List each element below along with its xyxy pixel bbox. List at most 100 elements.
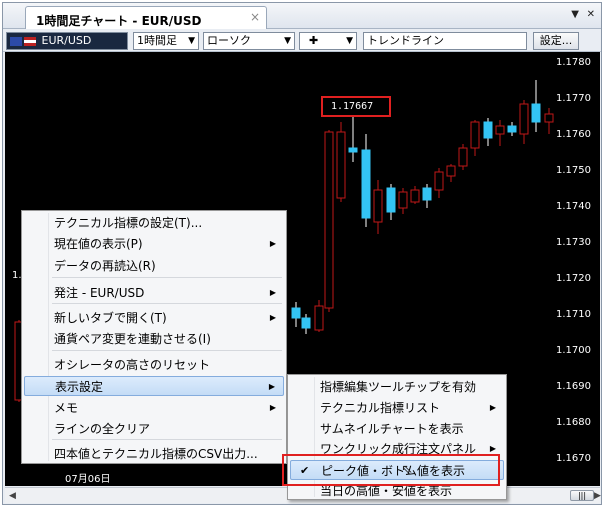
candle-body bbox=[386, 187, 396, 213]
candle-body bbox=[531, 103, 541, 123]
menu-item[interactable]: メモ ▶ bbox=[24, 398, 284, 418]
close-icon[interactable]: × bbox=[250, 10, 260, 24]
menu-item-label: テクニカル指標の設定(T)... bbox=[54, 216, 203, 230]
mouse-cursor-icon: ⇖ bbox=[401, 462, 413, 478]
scroll-left-icon[interactable]: ◀ bbox=[9, 491, 16, 501]
chart-type-select[interactable]: ローソク ▼ bbox=[203, 32, 295, 50]
menu-separator bbox=[52, 439, 282, 440]
submenu-item-label: 当日の高値・安値を表示 bbox=[320, 484, 453, 498]
candle-body bbox=[398, 191, 408, 209]
scroll-thumb[interactable]: ||| bbox=[570, 490, 594, 501]
scroll-right-icon[interactable]: ▶ bbox=[594, 491, 601, 501]
menu-item-label: 表示設定 bbox=[55, 380, 104, 394]
settings-button[interactable]: 設定... bbox=[533, 32, 579, 50]
menu-item-label: 四本値とテクニカル指標のCSV出力... bbox=[54, 447, 258, 461]
submenu-item[interactable]: テクニカル指標リスト ▶ bbox=[290, 398, 504, 418]
price-axis-label: 1.1690 bbox=[556, 381, 591, 392]
price-axis-label: 1.1760 bbox=[556, 129, 591, 140]
submenu-arrow-icon: ▶ bbox=[269, 239, 276, 248]
candle-body bbox=[410, 189, 420, 203]
submenu-item-label: サムネイルチャートを表示 bbox=[320, 422, 464, 436]
candle-body bbox=[458, 147, 468, 167]
menu-item-label: 通貨ペア変更を連動させる(I) bbox=[54, 332, 211, 346]
context-menu: テクニカル指標の設定(T)... 現在値の表示(P) ▶ データの再読込(R) 発注 -… bbox=[21, 210, 287, 464]
candle-body bbox=[301, 317, 311, 329]
candle-body bbox=[470, 121, 480, 149]
us-flag-icon bbox=[24, 36, 36, 46]
menu-item[interactable]: テクニカル指標の設定(T)... bbox=[24, 213, 284, 233]
candle-body bbox=[495, 125, 505, 135]
candle-body bbox=[361, 149, 371, 219]
currency-pair-value: EUR/USD bbox=[41, 34, 92, 47]
date-axis-label: 07月06日 bbox=[65, 474, 111, 485]
price-axis-label: 1.1730 bbox=[556, 237, 591, 248]
menu-item-label: オシレータの高さのリセット bbox=[54, 358, 211, 372]
price-axis-label: 1.1750 bbox=[556, 165, 591, 176]
trendline-select[interactable]: トレンドライン bbox=[363, 32, 527, 50]
tab-chart[interactable]: 1時間足チャート - EUR/USD × bbox=[25, 6, 267, 29]
candle-body bbox=[446, 165, 456, 177]
menu-separator bbox=[52, 277, 282, 278]
candle-body bbox=[422, 187, 432, 201]
submenu-item-label: テクニカル指標リスト bbox=[320, 401, 441, 415]
peak-value-label: 1.17667 bbox=[321, 96, 391, 117]
window-close-icon[interactable]: ✕ bbox=[587, 9, 595, 20]
submenu-arrow-icon: ▶ bbox=[269, 313, 276, 322]
submenu-arrow-icon: ▶ bbox=[489, 403, 496, 412]
chevron-down-icon: ▼ bbox=[346, 36, 353, 46]
menu-item[interactable]: 通貨ペア変更を連動させる(I) bbox=[24, 329, 284, 349]
candle-body bbox=[434, 171, 444, 191]
candle-body bbox=[324, 131, 334, 309]
menu-item[interactable]: データの再読込(R) bbox=[24, 256, 284, 276]
submenu-item[interactable]: サムネイルチャートを表示 bbox=[290, 419, 504, 439]
chevron-down-icon: ▼ bbox=[284, 36, 291, 46]
menu-separator bbox=[52, 303, 282, 304]
submenu-arrow-icon: ▶ bbox=[268, 382, 275, 391]
price-axis-label: 1.1700 bbox=[556, 345, 591, 356]
menu-item-label: 現在値の表示(P) bbox=[54, 237, 143, 251]
submenu-arrow-icon: ▶ bbox=[269, 403, 276, 412]
menu-item-label: 新しいタブで開く(T) bbox=[54, 311, 167, 325]
submenu-arrow-icon: ▶ bbox=[269, 288, 276, 297]
menu-item[interactable]: 現在値の表示(P) ▶ bbox=[24, 234, 284, 254]
menu-separator bbox=[52, 350, 282, 351]
menu-item[interactable]: 発注 - EUR/USD ▶ bbox=[24, 283, 284, 303]
chevron-down-icon: ▼ bbox=[188, 36, 195, 46]
chart-toolbar: EUR/USD ▼ 1時間足 ▼ ローソク ▼ ✚ ▼ トレンドライン 設定..… bbox=[3, 30, 601, 52]
price-axis-label: 1.1770 bbox=[556, 93, 591, 104]
price-axis-label: 1.1670 bbox=[556, 453, 591, 464]
candle-body bbox=[373, 189, 383, 223]
menu-item-label: メモ bbox=[54, 401, 79, 415]
candle-body bbox=[507, 125, 517, 133]
trendline-value: トレンドライン bbox=[367, 34, 444, 47]
price-axis-label: 1.1780 bbox=[556, 57, 591, 68]
menu-item-label: 発注 - EUR/USD bbox=[54, 286, 145, 300]
peak-value-text: 1.17667 bbox=[331, 101, 374, 112]
price-axis-label: 1.1710 bbox=[556, 309, 591, 320]
submenu-item-label: 指標編集ツールチップを有効 bbox=[320, 380, 477, 394]
tab-bar: 1時間足チャート - EUR/USD × ▼ ✕ bbox=[3, 3, 601, 29]
chevron-down-icon[interactable]: ▼ bbox=[571, 9, 579, 20]
candle-body bbox=[348, 147, 358, 153]
candle-body bbox=[519, 103, 529, 135]
highlight-frame bbox=[282, 454, 500, 486]
timeframe-value: 1時間足 bbox=[137, 34, 177, 47]
candle-body bbox=[336, 131, 346, 199]
menu-item[interactable]: ラインの全クリア bbox=[24, 419, 284, 439]
price-axis-label: 1.1740 bbox=[556, 201, 591, 212]
candle-body bbox=[291, 307, 301, 319]
candle-body bbox=[544, 113, 554, 123]
submenu-item[interactable]: 指標編集ツールチップを有効 bbox=[290, 377, 504, 397]
timeframe-select[interactable]: 1時間足 ▼ bbox=[133, 32, 199, 50]
chart-type-value: ローソク bbox=[207, 34, 251, 47]
menu-item[interactable]: 四本値とテクニカル指標のCSV出力... bbox=[24, 444, 284, 464]
currency-pair-select[interactable]: EUR/USD ▼ bbox=[6, 32, 141, 50]
menu-item[interactable]: 表示設定 ▶ bbox=[24, 376, 284, 396]
candle-body bbox=[314, 305, 324, 331]
menu-item-label: データの再読込(R) bbox=[54, 259, 156, 273]
menu-item[interactable]: 新しいタブで開く(T) ▶ bbox=[24, 308, 284, 328]
menu-item-label: ラインの全クリア bbox=[54, 422, 151, 436]
drawing-tool-select[interactable]: ✚ ▼ bbox=[299, 32, 357, 50]
menu-item[interactable]: オシレータの高さのリセット bbox=[24, 355, 284, 375]
price-axis-label: 1.1680 bbox=[556, 417, 591, 428]
